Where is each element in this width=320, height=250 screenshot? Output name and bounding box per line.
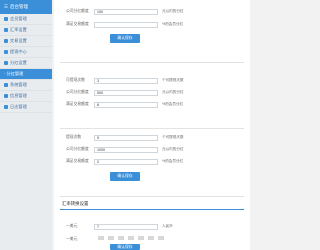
sidebar: ☰ 后台管理 会员管理 汇率设置 交易设置 提现中心 分红设置 · 分红管理 系… [0,0,52,250]
bonus-amount-input[interactable]: 100 [94,8,158,15]
sidebar-item-withdraw[interactable]: 提现中心 [0,47,52,58]
bonus-icon [4,61,8,65]
divider [60,128,244,129]
trade-amount-input[interactable]: 8 [94,101,158,108]
redacted-block [128,236,134,240]
sidebar-item-members[interactable]: 会员管理 [0,14,52,25]
confirm-button[interactable]: 确认保存 [110,34,140,43]
trade-amount-input[interactable] [94,21,158,28]
sidebar-item-bonus[interactable]: 分红设置 [0,58,52,69]
form-row: 公司分红额度 500 元以内的分红 [66,89,184,96]
sidebar-item-trade[interactable]: 交易设置 [0,36,52,47]
form-row: 一美元 [66,237,78,241]
form-row: 满足交易额度 %的会员分红 [66,21,184,28]
redacted-content [98,236,168,240]
sidebar-item-info[interactable]: 信息管理 [0,91,52,102]
withdraw-count-input[interactable]: 3 [94,77,158,84]
member-icon [4,17,8,21]
divider [60,62,244,63]
divider [60,196,244,197]
sidebar-item-logs[interactable]: 日志管理 [0,102,52,113]
section-underline [60,209,244,210]
bonus-amount-input[interactable]: 500 [94,89,158,96]
redacted-block [148,236,154,240]
confirm-button[interactable]: 确认保存 [110,172,140,181]
exchange-rate-input[interactable]: 7 [94,223,158,230]
form-row: 公司分红额度 100 元以内的分红 [66,8,184,15]
redacted-block [158,236,164,240]
withdraw-count-input[interactable]: 5 [94,134,158,141]
trade-amount-input[interactable]: 2 [94,158,158,165]
form-row: 提现次数 5 个可提现天数 [66,134,184,141]
redacted-block [138,236,144,240]
sidebar-header: ☰ 后台管理 [0,0,52,14]
bonus-amount-input[interactable]: 1000 [94,146,158,153]
withdraw-icon [4,50,8,54]
trade-icon [4,39,8,43]
section-title: 汇率转换设置 [62,201,89,206]
form-row: 一美元 7 人民币 [66,223,173,230]
log-icon [4,105,8,109]
sidebar-item-system[interactable]: 系统管理 [0,80,52,91]
form-row: 满足交易额度 8 %的会员分红 [66,101,184,108]
menu-icon: ☰ [4,4,9,9]
exchange-icon [4,28,8,32]
form-row: 公司分红额度 1000 元以内的分红 [66,146,184,153]
sidebar-item-exchange[interactable]: 汇率设置 [0,25,52,36]
confirm-button[interactable]: 确认保存 [110,244,140,250]
info-icon [4,94,8,98]
sidebar-item-bonus-manage[interactable]: · 分红管理 [0,69,52,80]
redacted-block [118,236,124,240]
redacted-block [108,236,114,240]
system-icon [4,83,8,87]
main-content: 公司分红额度 100 元以内的分红 满足交易额度 %的会员分红 确认保存 可提现… [54,0,250,250]
form-row: 可提现次数 3 个可提现天数 [66,77,184,84]
form-row: 满足交易额度 2 %的会员分红 [66,158,184,165]
redacted-block [98,236,104,240]
